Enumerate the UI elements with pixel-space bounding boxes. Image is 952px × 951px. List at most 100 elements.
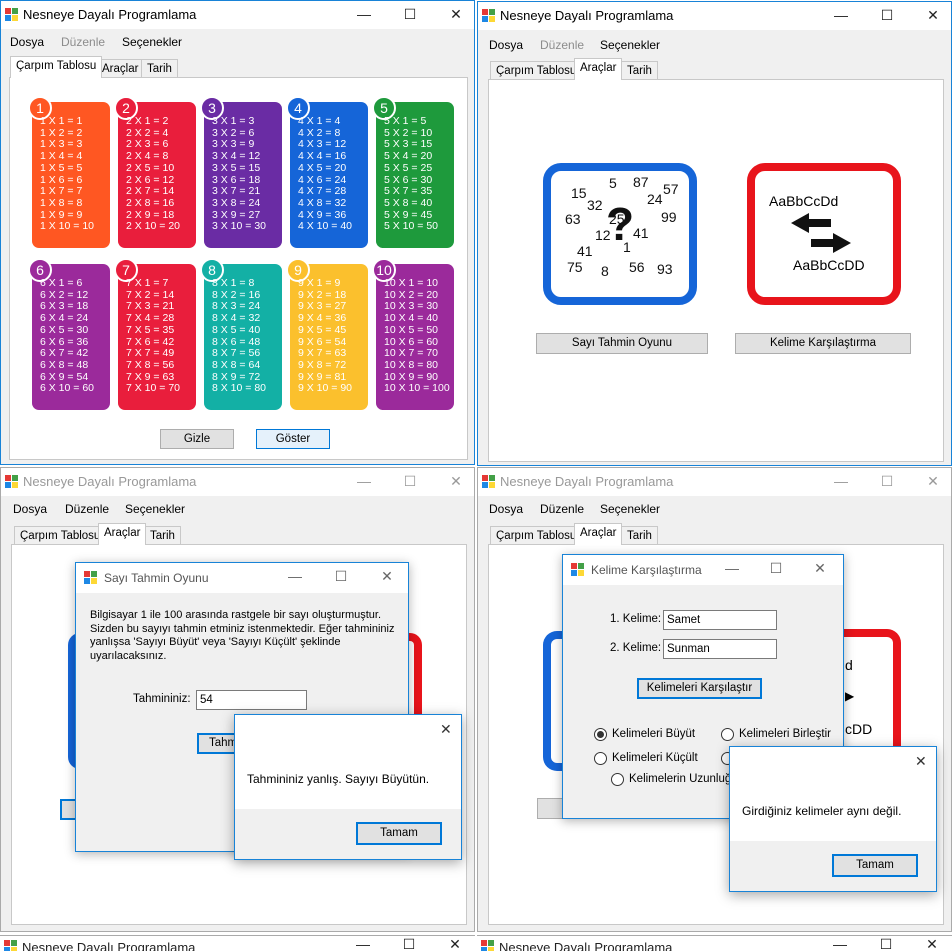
menu-options[interactable]: Seçenekler (125, 502, 185, 516)
maximize-icon[interactable]: ☐ (863, 936, 909, 951)
minimize-icon[interactable]: — (818, 468, 864, 496)
main-window-compare: Nesneye Dayalı Programlama — ☐ ✕ Dosya D… (477, 467, 952, 932)
dialog-title: Kelime Karşılaştırma (591, 563, 702, 577)
close-icon[interactable]: ✕ (910, 2, 951, 30)
close-icon[interactable]: ✕ (433, 468, 474, 496)
tab-tools[interactable]: Araçlar (574, 523, 623, 545)
radio-smaller[interactable] (594, 752, 607, 765)
tab-tools[interactable]: Araçlar (96, 59, 145, 79)
menu-file[interactable]: Dosya (489, 502, 523, 516)
menu-file[interactable]: Dosya (10, 35, 44, 49)
maximize-icon[interactable]: ☐ (753, 555, 799, 583)
title-bar[interactable]: Nesneye Dayalı Programlama — ☐ ✕ (478, 2, 951, 30)
minimize-icon[interactable]: — (272, 563, 318, 591)
minimize-icon[interactable]: — (818, 2, 864, 30)
menu-options[interactable]: Seçenekler (600, 38, 660, 52)
close-icon[interactable]: ✕ (910, 468, 951, 496)
tab-date[interactable]: Tarih (141, 59, 178, 79)
maximize-icon[interactable]: ☐ (387, 1, 433, 29)
guess-number: 75 (567, 259, 583, 275)
tab-date[interactable]: Tarih (144, 526, 181, 546)
card-line: 8 X 1 = 8 (212, 277, 255, 289)
tab-date[interactable]: Tarih (621, 61, 658, 81)
dialog-title-bar[interactable]: Sayı Tahmin Oyunu — ☐ ✕ (76, 563, 408, 593)
maximize-icon[interactable]: ☐ (387, 468, 433, 496)
guess-number: 15 (571, 185, 587, 201)
radio-length[interactable] (611, 773, 624, 786)
radio-merge[interactable] (721, 728, 734, 741)
menu-edit[interactable]: Düzenle (65, 502, 109, 516)
word-icon-bottom: cDD (845, 721, 873, 737)
card-line: 4 X 5 = 20 (298, 161, 347, 174)
word2-input[interactable]: Sunman (663, 639, 777, 659)
guess-number: 8 (601, 263, 609, 279)
radio-bigger[interactable] (594, 728, 607, 741)
menu-options[interactable]: Seçenekler (600, 502, 660, 516)
number-guess-button[interactable] (537, 798, 565, 819)
title-bar[interactable]: Nesneye Dayalı Programlama — ☐ ✕ (1, 1, 474, 29)
close-icon[interactable]: ✕ (915, 753, 927, 770)
close-icon[interactable]: ✕ (909, 936, 952, 951)
show-button[interactable]: Göster (256, 429, 330, 449)
guess-input[interactable]: 54 (196, 690, 307, 710)
word1-input[interactable]: Samet (663, 610, 777, 630)
dialog-title-bar[interactable]: Kelime Karşılaştırma — ☐ ✕ (563, 555, 843, 585)
multiplication-card-10: 10 10 X 1 = 10 10 X 2 = 20 10 X 3 = 30 10 X … (372, 258, 454, 410)
tab-multiplication[interactable]: Çarpım Tablosu (10, 56, 103, 78)
card-line: 5 X 8 = 40 (384, 196, 433, 209)
tab-tools[interactable]: Araçlar (98, 523, 147, 545)
word-icon-top: d (845, 657, 853, 673)
maximize-icon[interactable]: ☐ (386, 936, 432, 951)
word-compare-icon[interactable]: AaBbCcDd AaBbCcDD (747, 163, 901, 305)
close-icon[interactable]: ✕ (440, 721, 452, 738)
minimize-icon[interactable]: — (709, 555, 755, 583)
title-bar[interactable]: Nesneye Dayalı Programlama — ☐ ✕ (1, 468, 474, 496)
menu-edit[interactable]: Düzenle (540, 38, 584, 52)
minimize-icon[interactable]: — (817, 936, 863, 951)
close-icon[interactable]: ✕ (433, 1, 474, 29)
swap-arrows-icon (791, 213, 851, 253)
tab-multiplication[interactable]: Çarpım Tablosu (490, 526, 583, 546)
menu-options[interactable]: Seçenekler (122, 35, 182, 49)
card-line: 5 X 5 = 25 (384, 161, 433, 174)
close-icon[interactable]: ✕ (432, 936, 475, 951)
maximize-icon[interactable]: ☐ (318, 563, 364, 591)
close-icon[interactable]: ✕ (364, 563, 410, 591)
hide-button[interactable]: Gizle (160, 429, 234, 449)
card-line: 10 X 5 = 50 (384, 323, 439, 336)
word-compare-button[interactable]: Kelime Karşılaştırma (735, 333, 911, 354)
card-lines: 10 X 1 = 10 10 X 2 = 20 10 X 3 = 30 10 X 4 … (384, 277, 450, 395)
tab-multiplication[interactable]: Çarpım Tablosu (490, 61, 583, 81)
card-line: 3 X 10 = 30 (212, 220, 267, 233)
menu-edit[interactable]: Düzenle (61, 35, 105, 49)
app-icon (482, 9, 496, 23)
compare-button[interactable]: Kelimeleri Karşılaştır (637, 678, 762, 699)
number-guess-icon[interactable]: 15 5 87 57 32 24 63 99 12 41 1 41 75 8 56 93 25 ? (543, 163, 697, 305)
minimize-icon[interactable]: — (341, 468, 387, 496)
tab-multiplication[interactable]: Çarpım Tablosu (14, 526, 107, 546)
title-bar[interactable]: Nesneye Dayalı Programlama — ☐ ✕ (478, 468, 951, 496)
main-window-multiplication: Nesneye Dayalı Programlama — ☐ ✕ Dosya D… (0, 0, 475, 465)
minimize-icon[interactable]: — (340, 936, 386, 951)
menu-file[interactable]: Dosya (489, 38, 523, 52)
card-line: 10 X 8 = 80 (384, 358, 439, 371)
menu-edit[interactable]: Düzenle (540, 502, 584, 516)
card-lines: 5 X 1 = 55 X 2 = 10 5 X 3 = 15 5 X 4 = 20 5… (384, 115, 438, 233)
menu-bar: Dosya Düzenle Seçenekler (478, 34, 951, 56)
app-icon (5, 8, 19, 22)
guess-number: 41 (577, 243, 593, 259)
ok-button[interactable]: Tamam (356, 822, 442, 845)
maximize-icon[interactable]: ☐ (864, 468, 910, 496)
guess-description: Bilgisayar 1 ile 100 arasında rastgele b… (90, 609, 395, 662)
tab-tools[interactable]: Araçlar (574, 58, 623, 80)
window-title: Nesneye Dayalı Programlama (23, 474, 197, 489)
maximize-icon[interactable]: ☐ (864, 2, 910, 30)
number-guess-button[interactable]: Sayı Tahmin Oyunu (536, 333, 708, 354)
close-icon[interactable]: ✕ (797, 555, 843, 583)
minimize-icon[interactable]: — (341, 1, 387, 29)
multiplication-card-3: 33 X 1 = 33 X 2 = 63 X 3 = 93 X 4 = 12 3 … (200, 96, 282, 248)
menu-file[interactable]: Dosya (13, 502, 47, 516)
word2-label: 2. Kelime: (610, 642, 662, 654)
tab-date[interactable]: Tarih (621, 526, 658, 546)
ok-button[interactable]: Tamam (832, 854, 918, 877)
